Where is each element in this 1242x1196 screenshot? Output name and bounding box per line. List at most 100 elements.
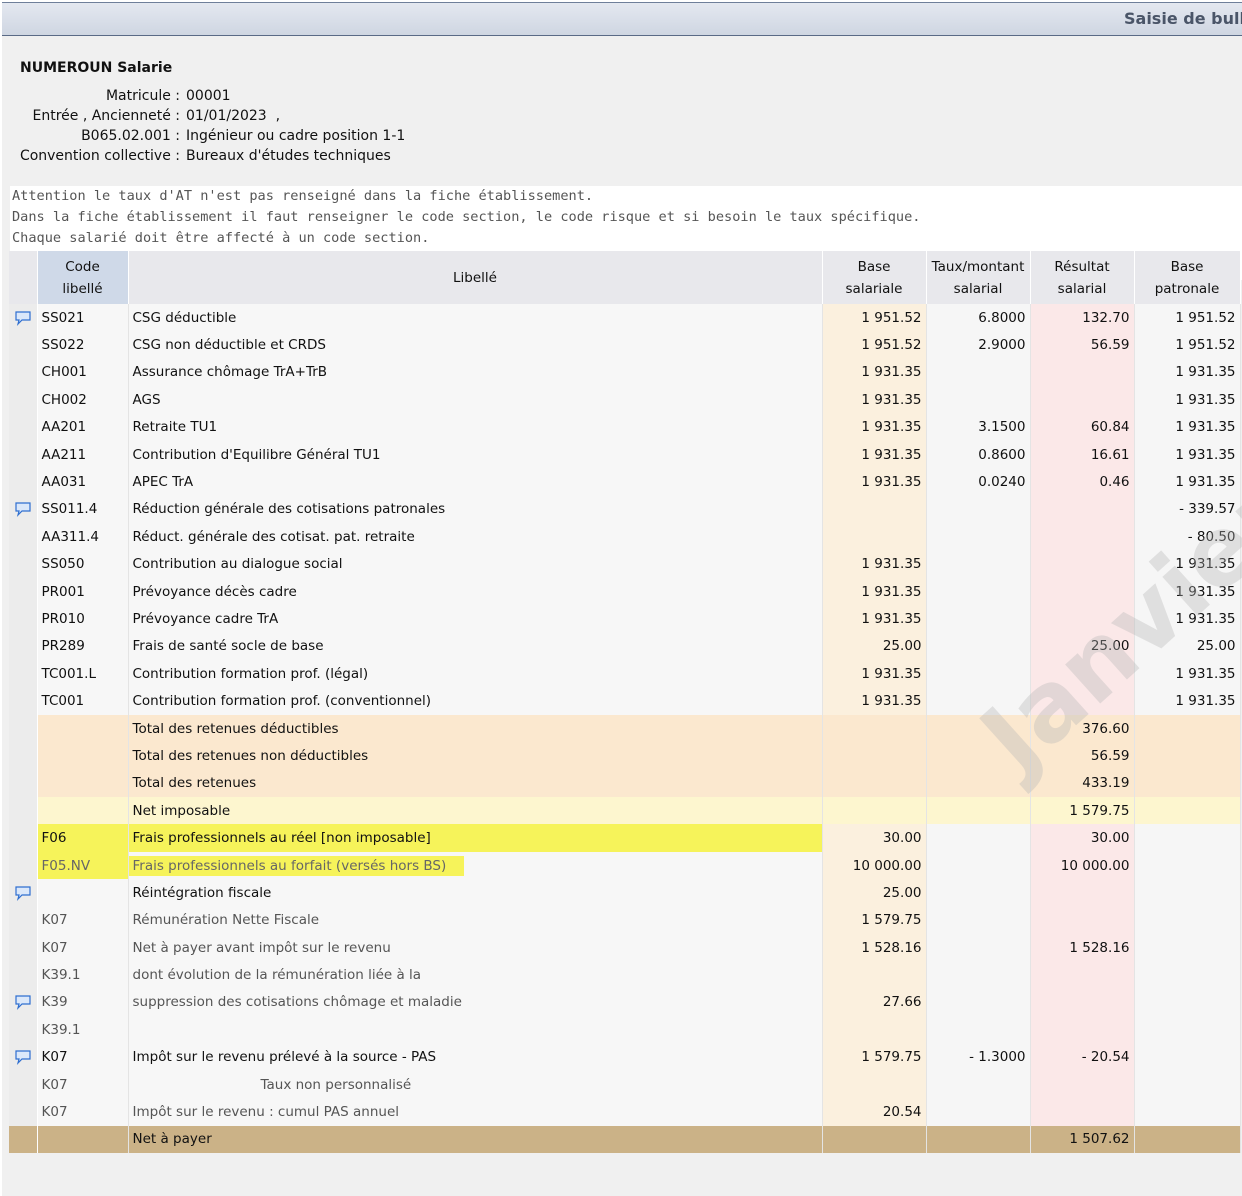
table-row[interactable]: PR001 Prévoyance décès cadre 1 931.35 1 931… [9,577,1241,606]
cell-resultat-salarial[interactable]: 1 507.62 [1030,1125,1135,1154]
table-row[interactable]: TC001 Contribution formation prof. (conve… [9,687,1241,715]
cell-code[interactable]: K07 [37,1098,129,1126]
cell-resultat-salarial[interactable] [1030,550,1135,578]
cell-code[interactable]: K39.1 [37,1016,129,1044]
cell-libelle[interactable]: Réduct. générale des cotisat. pat. retra… [128,523,823,551]
table-row[interactable]: PR289 Frais de santé socle de base 25.00 25… [9,632,1241,661]
row-selector[interactable] [9,660,38,688]
cell-libelle[interactable]: Contribution au dialogue social [128,550,823,578]
cell-base-patronale[interactable] [1134,824,1241,852]
row-selector[interactable] [9,851,38,880]
cell-taux-salarial[interactable]: 3.1500 [926,413,1031,441]
cell-libelle[interactable]: Taux non personnalisé [128,1070,823,1099]
cell-base-salariale[interactable]: 1 931.35 [822,440,927,469]
row-selector[interactable] [9,961,38,989]
cell-resultat-salarial[interactable]: 132.70 [1030,304,1135,332]
cell-libelle[interactable]: Net à payer avant impôt sur le revenu [128,933,823,962]
row-selector[interactable] [9,687,38,715]
cell-base-patronale[interactable] [1134,769,1241,798]
cell-base-salariale[interactable] [822,1070,927,1099]
cell-base-patronale[interactable]: 1 951.52 [1134,331,1241,359]
table-row[interactable]: Net à payer 1 507.62 [9,1125,1241,1154]
cell-taux-salarial[interactable] [926,797,1031,825]
cell-libelle[interactable]: Contribution d'Equilibre Général TU1 [128,440,823,469]
cell-base-salariale[interactable] [822,523,927,551]
cell-libelle[interactable]: suppression des cotisations chômage et m… [128,988,823,1017]
cell-base-salariale[interactable]: 1 931.35 [822,413,927,441]
row-selector[interactable] [9,632,38,661]
cell-taux-salarial[interactable] [926,879,1031,907]
speech-bubble-icon[interactable] [14,885,32,901]
table-row[interactable]: SS022 CSG non déductible et CRDS 1 951.52 2… [9,331,1241,359]
cell-code[interactable]: K39 [37,988,129,1017]
cell-taux-salarial[interactable] [926,550,1031,578]
cell-resultat-salarial[interactable]: 25.00 [1030,632,1135,661]
cell-code[interactable] [37,769,129,798]
row-selector[interactable] [9,1125,38,1154]
cell-libelle[interactable]: APEC TrA [128,468,823,496]
table-row[interactable]: Total des retenues non déductibles 56.59 [9,742,1241,770]
speech-bubble-icon[interactable] [14,994,32,1011]
cell-base-patronale[interactable]: - 80.50 [1134,523,1241,551]
cell-libelle[interactable]: Rémunération Nette Fiscale [128,906,823,934]
cell-base-patronale[interactable]: 25.00 [1134,632,1241,661]
cell-code[interactable]: CH001 [37,358,129,387]
table-row[interactable]: Total des retenues 433.19 [9,769,1241,798]
cell-taux-salarial[interactable]: 0.8600 [926,440,1031,469]
cell-resultat-salarial[interactable]: 16.61 [1030,440,1135,469]
cell-taux-salarial[interactable] [926,824,1031,852]
cell-libelle[interactable]: Total des retenues [128,769,823,798]
cell-resultat-salarial[interactable] [1030,1016,1135,1044]
cell-libelle[interactable]: Impôt sur le revenu prélevé à la source … [128,1043,823,1071]
cell-libelle[interactable]: Contribution formation prof. (légal) [128,660,823,688]
cell-libelle[interactable]: Frais de santé socle de base [128,632,823,661]
cell-base-patronale[interactable]: 1 951.52 [1134,304,1241,332]
cell-base-patronale[interactable] [1134,851,1241,880]
cell-base-salariale[interactable]: 1 951.52 [822,331,927,359]
cell-libelle[interactable]: Net à payer [128,1125,823,1154]
row-selector[interactable] [9,577,38,606]
cell-base-patronale[interactable] [1134,714,1241,743]
cell-resultat-salarial[interactable] [1030,577,1135,606]
table-row[interactable]: K07 Net à payer avant impôt sur le revenu… [9,933,1241,962]
speech-bubble-icon[interactable] [14,501,32,518]
row-selector[interactable] [9,988,38,1017]
table-row[interactable]: CH002 AGS 1 931.35 1 931.35 [9,386,1241,414]
cell-libelle[interactable]: Frais professionnels au forfait (versés … [128,851,823,880]
cell-resultat-salarial[interactable] [1030,660,1135,688]
cell-code[interactable] [37,1125,129,1154]
cell-base-salariale[interactable] [822,495,927,524]
cell-libelle[interactable]: Impôt sur le revenu : cumul PAS annuel [128,1098,823,1126]
row-selector[interactable] [9,906,38,934]
cell-base-patronale[interactable] [1134,879,1241,907]
cell-base-salariale[interactable]: 27.66 [822,988,927,1017]
cell-code[interactable]: TC001.L [37,660,129,688]
row-selector[interactable] [9,824,38,852]
cell-base-salariale[interactable]: 1 931.35 [822,687,927,715]
cell-libelle[interactable] [128,1016,823,1044]
cell-code[interactable]: K07 [37,906,129,934]
cell-libelle[interactable]: Contribution formation prof. (convention… [128,687,823,715]
cell-taux-salarial[interactable] [926,906,1031,934]
cell-libelle[interactable]: Net imposable [128,797,823,825]
cell-code[interactable]: AA311.4 [37,523,129,551]
cell-base-salariale[interactable]: 1 579.75 [822,906,927,934]
cell-resultat-salarial[interactable]: 1 579.75 [1030,797,1135,825]
row-selector[interactable] [9,605,38,633]
table-row[interactable]: Réintégration fiscale 25.00 [9,879,1241,907]
table-row[interactable]: AA311.4 Réduct. générale des cotisat. pat… [9,523,1241,551]
cell-taux-salarial[interactable] [926,687,1031,715]
cell-resultat-salarial[interactable] [1030,495,1135,524]
cell-resultat-salarial[interactable] [1030,879,1135,907]
cell-libelle[interactable]: Retraite TU1 [128,413,823,441]
cell-resultat-salarial[interactable]: 30.00 [1030,824,1135,852]
cell-resultat-salarial[interactable]: 0.46 [1030,468,1135,496]
cell-code[interactable]: TC001 [37,687,129,715]
cell-resultat-salarial[interactable]: 433.19 [1030,769,1135,798]
cell-base-patronale[interactable] [1134,906,1241,934]
cell-base-salariale[interactable]: 1 931.35 [822,550,927,578]
cell-libelle[interactable]: Total des retenues déductibles [128,714,823,743]
cell-taux-salarial[interactable] [926,577,1031,606]
table-row[interactable]: AA211 Contribution d'Equilibre Général TU… [9,440,1241,469]
cell-libelle[interactable]: Réduction générale des cotisations patro… [128,495,823,524]
